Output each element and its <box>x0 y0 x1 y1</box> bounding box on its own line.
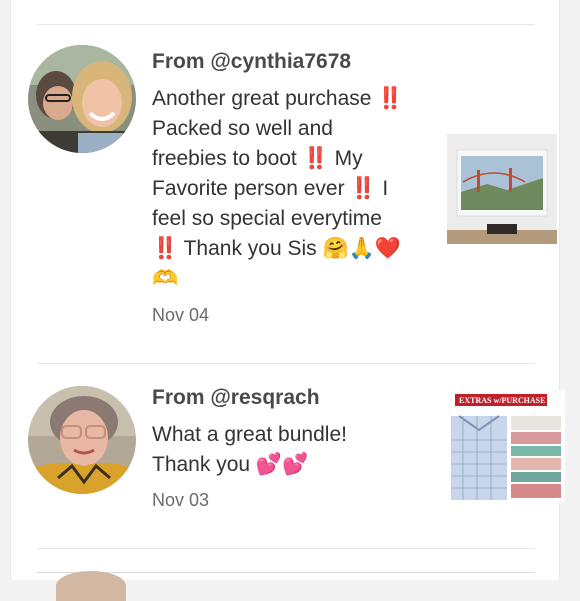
review-line: ‼️ Thank you Sis 🤗🙏❤️ <box>152 237 401 260</box>
avatar[interactable] <box>28 45 136 153</box>
review-text: Another great purchase ‼️ Packed so well… <box>152 84 403 294</box>
review-date: Nov 04 <box>152 305 210 325</box>
review-line: Favorite person ever ‼️ I <box>152 177 389 200</box>
review-line: Packed so well and <box>152 117 333 140</box>
review-line: 🫶 <box>152 267 179 290</box>
divider <box>37 363 535 364</box>
review-text: What a great bundle! Thank you 💕💕 <box>152 420 347 480</box>
review-author[interactable]: From @resqrach <box>152 386 320 410</box>
review-line: Thank you 💕💕 <box>152 453 309 476</box>
review-line: Another great purchase ‼️ <box>152 87 404 110</box>
review-line: freebies to boot ‼️ My <box>152 147 363 170</box>
reviews-card: From @cynthia7678 Another great purchase… <box>10 0 565 601</box>
review-photo-thumbnail[interactable]: EXTRAS w/PURCHASE <box>447 390 565 502</box>
divider <box>37 572 535 573</box>
divider <box>37 548 535 549</box>
review-line: What a great bundle! <box>152 423 347 446</box>
review-author[interactable]: From @cynthia7678 <box>152 50 351 74</box>
review-date: Nov 03 <box>152 490 210 510</box>
avatar[interactable] <box>56 571 126 601</box>
avatar[interactable] <box>28 386 136 494</box>
divider <box>37 24 535 25</box>
review-line: feel so special everytime <box>152 207 382 230</box>
thumbnail-banner-text: EXTRAS w/PURCHASE <box>459 396 545 405</box>
review-photo-thumbnail[interactable] <box>447 134 557 244</box>
